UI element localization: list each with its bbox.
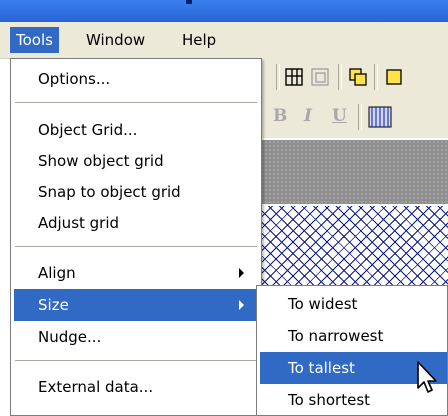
menu-item-align[interactable]: Align: [14, 257, 258, 289]
menu-item-show-object-grid[interactable]: Show object grid: [14, 145, 258, 177]
italic-button[interactable]: I: [304, 106, 312, 126]
grid-align-icon[interactable]: [284, 67, 304, 87]
menu-window[interactable]: Window: [80, 27, 151, 53]
window-title-bar: [0, 0, 448, 22]
menu-tools[interactable]: Tools: [10, 27, 59, 53]
menu-item-options[interactable]: Options...: [14, 63, 258, 95]
menu-bar: Tools Window Help: [0, 22, 448, 59]
submenu-item-to-widest[interactable]: To widest: [260, 288, 447, 320]
grid-snap-icon[interactable]: [310, 67, 330, 87]
toolbar-separator: [374, 64, 378, 90]
toolbar: [240, 58, 448, 96]
format-toolbar: B I U: [240, 96, 448, 138]
menu-item-adjust-grid[interactable]: Adjust grid: [14, 207, 258, 239]
menu-item-object-grid[interactable]: Object Grid...: [14, 114, 258, 146]
mouse-pointer-icon: [417, 361, 437, 393]
tools-menu: Options... Object Grid... Show object gr…: [10, 58, 262, 416]
menu-item-size-label: Size: [38, 296, 69, 314]
submenu-arrow-icon: [239, 268, 244, 278]
bring-front-icon[interactable]: [348, 67, 368, 87]
menu-item-external-data[interactable]: External data...: [14, 371, 258, 403]
menu-item-snap-to-object-grid[interactable]: Snap to object grid: [14, 176, 258, 208]
menu-separator: [15, 246, 257, 247]
toolbar-separator: [276, 64, 280, 90]
fill-pattern-icon[interactable]: [368, 106, 392, 128]
send-back-icon[interactable]: [384, 67, 404, 87]
submenu-item-to-narrowest[interactable]: To narrowest: [260, 320, 447, 352]
menu-item-nudge[interactable]: Nudge...: [14, 321, 258, 353]
menu-help[interactable]: Help: [176, 27, 222, 53]
submenu-arrow-icon: [239, 300, 244, 310]
toolbar-separator: [358, 104, 362, 130]
title-bar-mark: [186, 0, 192, 4]
underline-button[interactable]: U: [332, 106, 347, 126]
menu-separator: [15, 360, 257, 361]
menu-item-size[interactable]: Size: [14, 289, 258, 321]
menu-separator: [15, 102, 257, 103]
toolbar-separator: [338, 64, 342, 90]
menu-item-align-label: Align: [38, 264, 76, 282]
bold-button[interactable]: B: [273, 106, 287, 126]
workspace-ruler-band: [240, 140, 448, 204]
